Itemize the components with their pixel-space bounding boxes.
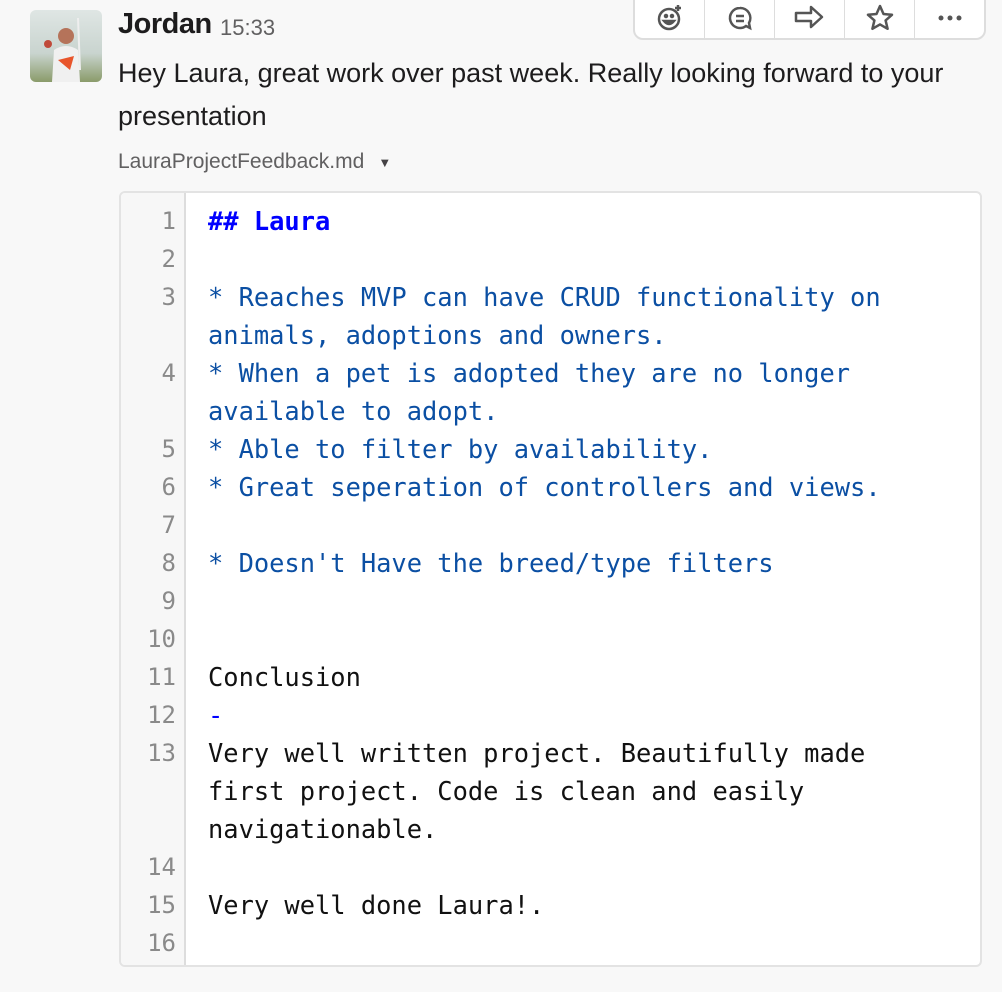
- line-text: [208, 582, 926, 620]
- more-icon: [938, 15, 961, 21]
- line-number: 1: [161, 207, 176, 235]
- star-icon: [866, 4, 893, 31]
- line-text: Conclusion: [208, 662, 361, 692]
- more-actions-button[interactable]: [915, 0, 984, 38]
- code-snippet-preview[interactable]: 1 ## Laura 2 3 * Reaches MVP can have CRUD f…: [119, 191, 982, 967]
- line-number: 6: [161, 473, 176, 501]
- line-text: [208, 506, 926, 544]
- line-text: -: [208, 700, 224, 730]
- line-number: 10: [147, 625, 176, 653]
- share-button[interactable]: [775, 0, 845, 38]
- line-number: 16: [147, 929, 176, 957]
- line-text: * Doesn't Have the breed/type filters: [208, 548, 774, 578]
- file-name: LauraProjectFeedback.md: [118, 150, 365, 173]
- line-text: [208, 848, 926, 886]
- add-reaction-icon: [657, 5, 681, 31]
- code-line: 16: [121, 924, 926, 962]
- code-line: 15 Very well done Laura!.: [121, 886, 926, 924]
- code-line: 4 * When a pet is adopted they are no lon…: [121, 354, 926, 430]
- avatar[interactable]: [30, 10, 102, 82]
- message-text: Hey Laura, great work over past week. Re…: [118, 58, 944, 131]
- code-line: 2: [121, 240, 926, 278]
- code-line: 11 Conclusion: [121, 658, 926, 696]
- line-number: 2: [161, 245, 176, 273]
- line-number: 3: [161, 283, 176, 311]
- line-text: * Great seperation of controllers and vi…: [208, 472, 881, 502]
- line-text: * Reaches MVP can have CRUD functionalit…: [208, 282, 896, 350]
- line-text: [208, 240, 926, 278]
- line-number: 15: [147, 891, 176, 919]
- line-number: 9: [161, 587, 176, 615]
- timestamp[interactable]: 15:33: [220, 15, 275, 41]
- line-number: 13: [147, 739, 176, 767]
- share-icon: [794, 5, 823, 29]
- file-name-toggle[interactable]: LauraProjectFeedback.md ▼: [118, 150, 391, 174]
- line-text: * When a pet is adopted they are no long…: [208, 358, 866, 426]
- line-number: 5: [161, 435, 176, 463]
- code-line: 13 Very well written project. Beautifully…: [121, 734, 926, 848]
- line-text: * Able to filter by availability.: [208, 434, 713, 464]
- line-text: [208, 620, 926, 658]
- code-line: 3 * Reaches MVP can have CRUD functionali…: [121, 278, 926, 354]
- line-number: 7: [161, 511, 176, 539]
- line-number: 11: [147, 663, 176, 691]
- caret-down-icon: ▼: [378, 154, 392, 170]
- message-actions-toolbar: [633, 0, 986, 40]
- code-line: 5 * Able to filter by availability.: [121, 430, 926, 468]
- code-line: 9: [121, 582, 926, 620]
- line-text: [208, 924, 926, 962]
- code-line: 10: [121, 620, 926, 658]
- line-text: Very well written project. Beautifully m…: [208, 738, 881, 844]
- code-line: 14: [121, 848, 926, 886]
- line-number: 8: [161, 549, 176, 577]
- author-name[interactable]: Jordan: [118, 8, 212, 41]
- code-line: 6 * Great seperation of controllers and v…: [121, 468, 926, 506]
- add-reaction-button[interactable]: [635, 0, 705, 38]
- reply-thread-icon: [728, 6, 752, 31]
- code-lines: 1 ## Laura 2 3 * Reaches MVP can have CRUD f…: [121, 202, 926, 962]
- line-text: Very well done Laura!.: [208, 890, 545, 920]
- line-number: 14: [147, 853, 176, 881]
- code-line: 7: [121, 506, 926, 544]
- line-text: ## Laura: [208, 206, 331, 236]
- reply-thread-button[interactable]: [705, 0, 775, 38]
- line-number: 12: [147, 701, 176, 729]
- code-line: 12 -: [121, 696, 926, 734]
- line-number: 4: [161, 359, 176, 387]
- code-line: 1 ## Laura: [121, 202, 926, 240]
- code-line: 8 * Doesn't Have the breed/type filters: [121, 544, 926, 582]
- save-star-button[interactable]: [845, 0, 915, 38]
